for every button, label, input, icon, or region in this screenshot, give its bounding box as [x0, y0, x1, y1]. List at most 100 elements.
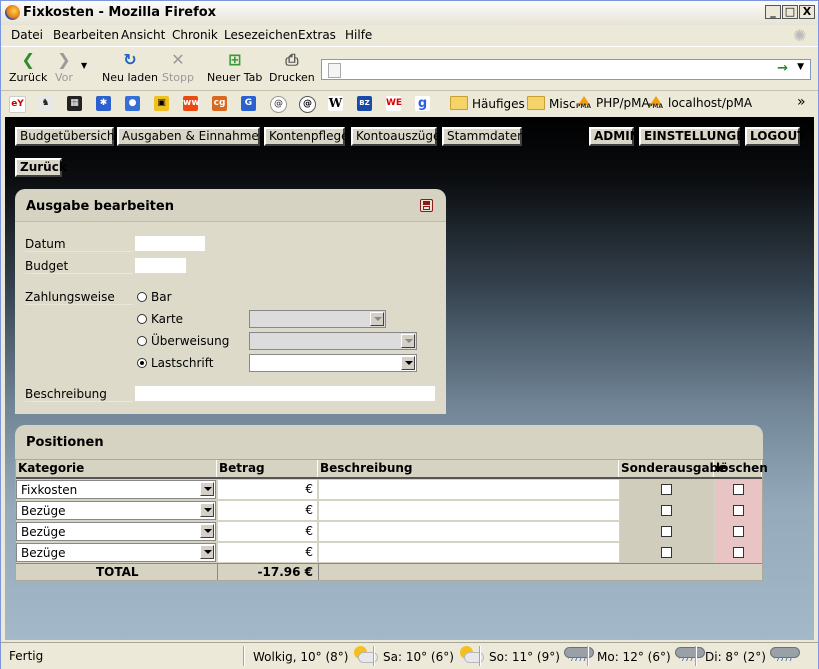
sonderausgabe-cell	[620, 500, 714, 521]
maximize-button[interactable]: □	[782, 5, 798, 19]
datum-input[interactable]	[135, 236, 205, 251]
nav-kontoauszuege[interactable]: Kontoauszüge	[351, 127, 440, 146]
loeschen-checkbox[interactable]	[733, 547, 744, 558]
menu-hilfe[interactable]: Hilfe	[345, 28, 372, 42]
reload-button[interactable]: ↻ Neu laden	[102, 51, 158, 85]
stop-button[interactable]: ✕ Stopp	[162, 51, 194, 85]
weather-tuesday[interactable]: Di: 8° (2°)	[705, 646, 800, 664]
loeschen-checkbox[interactable]	[733, 526, 744, 537]
google-icon[interactable]: g	[415, 96, 430, 111]
print-button[interactable]: ⎙ Drucken	[269, 51, 315, 85]
wikipedia-icon[interactable]: W	[328, 96, 343, 111]
sonderausgabe-cell	[620, 479, 714, 500]
admin-button[interactable]: ADMIN	[589, 127, 640, 146]
forward-button[interactable]: ❯ Vor	[55, 51, 73, 85]
gear-icon[interactable]: ✱	[96, 96, 111, 111]
betrag-input[interactable]: €	[218, 501, 317, 520]
sonderausgabe-checkbox[interactable]	[661, 547, 672, 558]
weather-sunday[interactable]: So: 11° (9°)	[489, 646, 594, 664]
lock-icon[interactable]: ▣	[154, 96, 169, 111]
bookmarks-overflow-button[interactable]: »	[797, 94, 806, 110]
back-button[interactable]: ❮ Zurück	[9, 50, 47, 85]
radio-karte[interactable]	[137, 314, 147, 324]
kategorie-select[interactable]: Bezüge	[16, 501, 216, 520]
currency-symbol: €	[305, 524, 313, 538]
bookmark-php-pma[interactable]: PHP/pMA	[576, 96, 650, 110]
nav-ausgaben-einnahmen[interactable]: Ausgaben & Einnahmen	[117, 127, 266, 146]
menu-lesezeichen[interactable]: Lesezeichen	[224, 28, 298, 42]
beschreibung-cell-input[interactable]	[319, 480, 619, 499]
ebay-icon[interactable]: eY	[9, 96, 26, 113]
new-tab-button[interactable]: ⊞ Neuer Tab	[207, 51, 262, 85]
menu-datei[interactable]: Datei	[11, 28, 43, 42]
nav-stammdaten[interactable]: Stammdaten	[442, 127, 525, 146]
url-dropdown-icon[interactable]: ▼	[797, 62, 804, 72]
loeschen-checkbox[interactable]	[733, 484, 744, 495]
kategorie-select[interactable]: Bezüge	[16, 522, 216, 541]
folder-label: Häufiges	[472, 97, 525, 111]
bookmark-folder-haeufiges[interactable]: Häufiges	[450, 96, 525, 111]
at-bold-icon[interactable]: @	[299, 96, 316, 113]
karte-select[interactable]	[249, 310, 386, 328]
beschreibung-cell-input[interactable]	[319, 543, 619, 562]
beschreibung-label: Beschreibung	[25, 387, 133, 402]
bz-icon[interactable]: BZ	[357, 96, 372, 111]
menu-extras[interactable]: Extras	[298, 28, 336, 42]
nav-kontenpflege[interactable]: Kontenpflege	[264, 127, 348, 146]
weather-saturday[interactable]: Sa: 10° (6°)	[383, 646, 484, 664]
chevron-down-icon	[401, 356, 415, 370]
beschreibung-cell-input[interactable]	[319, 501, 619, 520]
lastschrift-select[interactable]	[249, 354, 417, 372]
phpmyadmin-icon	[576, 96, 592, 110]
cg-icon[interactable]: cg	[212, 96, 227, 111]
beschreibung-cell-input[interactable]	[319, 522, 619, 541]
sonderausgabe-checkbox[interactable]	[661, 484, 672, 495]
minimize-button[interactable]: _	[765, 5, 781, 19]
bookmark-localhost-pma[interactable]: localhost/pMA	[648, 96, 752, 110]
people-icon[interactable]: ●	[125, 96, 140, 111]
menu-bearbeiten[interactable]: Bearbeiten	[53, 28, 119, 42]
betrag-input[interactable]: €	[218, 543, 317, 562]
window-title: Fixkosten - Mozilla Firefox	[23, 5, 217, 20]
we-icon[interactable]: WE	[386, 96, 402, 111]
radio-bar[interactable]	[137, 292, 147, 302]
radio-lastschrift[interactable]	[137, 358, 147, 368]
at-icon[interactable]: @	[270, 96, 287, 113]
folder-icon	[450, 96, 468, 110]
www-icon[interactable]: ww	[183, 96, 200, 111]
table-row: Bezüge €	[16, 521, 762, 542]
nav-budgetuebersicht[interactable]: Budgetübersicht	[15, 127, 119, 146]
kategorie-select[interactable]: Fixkosten	[16, 480, 216, 499]
budget-input[interactable]	[135, 258, 186, 273]
menu-chronik[interactable]: Chronik	[172, 28, 218, 42]
history-dropdown[interactable]: ▼	[81, 61, 87, 70]
logout-button[interactable]: LOGOUT	[745, 127, 805, 146]
g-icon[interactable]: G	[241, 96, 256, 111]
weather-today[interactable]: Wolkig, 10° (8°)	[253, 646, 379, 664]
betrag-input[interactable]: €	[218, 522, 317, 541]
betrag-input[interactable]: €	[218, 480, 317, 499]
ueberweisung-select[interactable]	[249, 332, 417, 350]
user-icon[interactable]: ♞	[38, 96, 53, 111]
rain-cloud-icon	[674, 646, 705, 662]
url-bar[interactable]: → ▼	[321, 59, 811, 80]
bookmark-label: localhost/pMA	[668, 96, 753, 110]
sonderausgabe-checkbox[interactable]	[661, 526, 672, 537]
table-row: Fixkosten €	[16, 479, 762, 500]
go-arrow-icon[interactable]: →	[777, 61, 788, 76]
film-icon[interactable]: ▦	[67, 96, 82, 111]
bookmark-folder-misc[interactable]: Misc	[527, 96, 576, 111]
beschreibung-input[interactable]	[135, 386, 435, 401]
settings-button[interactable]: EINSTELLUNGEN	[639, 127, 754, 146]
weather-monday[interactable]: Mo: 12° (6°)	[597, 646, 705, 664]
back-arrow-icon: ❮	[21, 50, 35, 69]
radio-ueberweisung[interactable]	[137, 336, 147, 346]
close-button[interactable]: X	[799, 5, 815, 19]
loeschen-checkbox[interactable]	[733, 505, 744, 516]
save-icon[interactable]	[420, 199, 433, 212]
menu-ansicht[interactable]: Ansicht	[121, 28, 165, 42]
weather-text: So: 11° (9°)	[489, 650, 560, 664]
kategorie-select[interactable]: Bezüge	[16, 543, 216, 562]
sonderausgabe-checkbox[interactable]	[661, 505, 672, 516]
back-link-button[interactable]: Zurück	[15, 158, 67, 177]
